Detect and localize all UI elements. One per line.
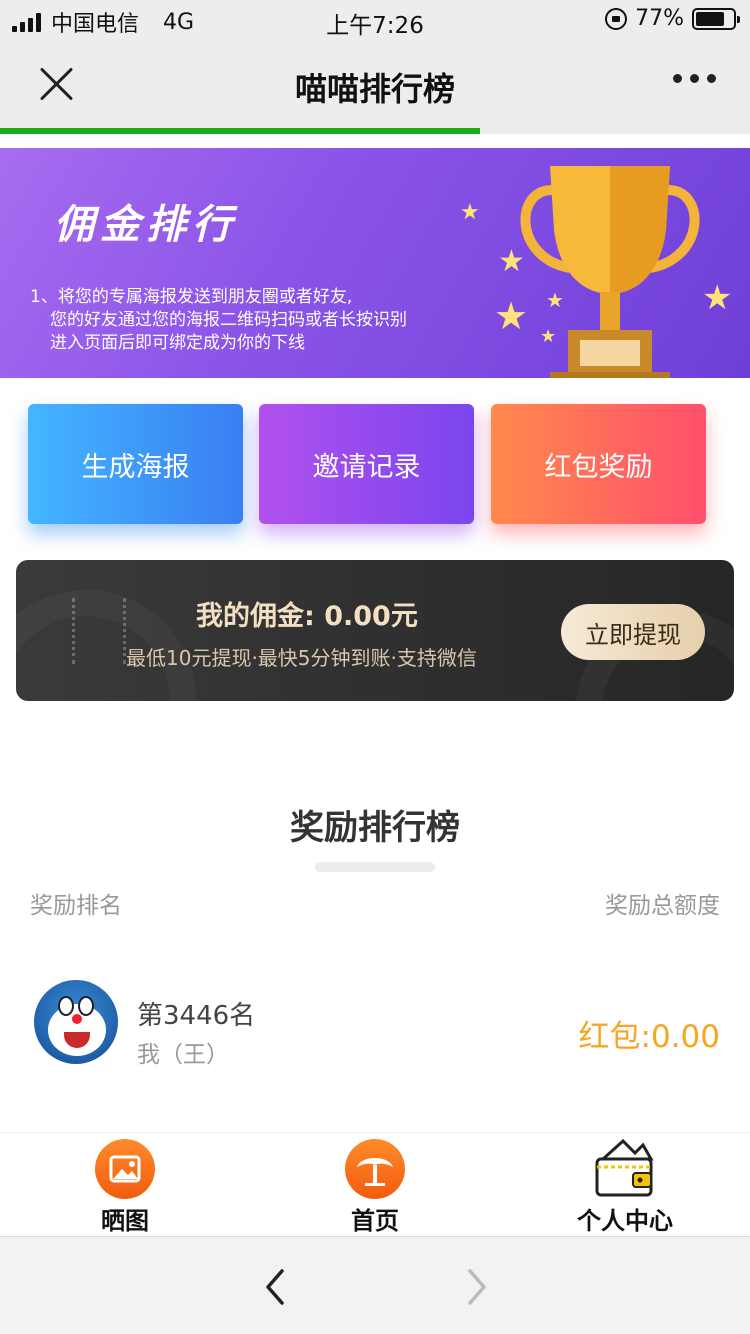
- home-tree-icon: [345, 1139, 405, 1199]
- page-title: 喵喵排行榜: [294, 70, 455, 108]
- more-icon[interactable]: [673, 74, 716, 83]
- image-icon: [95, 1139, 155, 1199]
- wallet-icon: [595, 1138, 654, 1197]
- ranking-row: 第3446名 我（王） 红包:0.00: [0, 975, 750, 1075]
- rank-number: 第3446名: [137, 1001, 256, 1031]
- banner-desc-line: 您的好友通过您的海报二维码扫码或者长按识别: [50, 310, 407, 330]
- browser-toolbar: [0, 1236, 750, 1334]
- banner-description: 1、将您的专属海报发送到朋友圈或者好友, 您的好友通过您的海报二维码扫码或者长按…: [30, 286, 407, 355]
- banner-desc-line: 1、将您的专属海报发送到朋友圈或者好友,: [30, 287, 353, 307]
- action-row: 生成海报 邀请记录 红包奖励: [28, 404, 708, 524]
- tab-show-photo[interactable]: 晒图: [45, 1137, 205, 1235]
- trophy-icon: [520, 166, 700, 378]
- banner-desc-line: 进入页面后即可绑定成为你的下线: [50, 333, 305, 353]
- commission-logo: [72, 598, 126, 664]
- tab-home[interactable]: 首页: [295, 1137, 455, 1235]
- battery-icon: [692, 7, 740, 30]
- tab-profile[interactable]: 个人中心: [545, 1137, 705, 1235]
- commission-card: 我的佣金: 0.00元 最低10元提现·最快5分钟到账·支持微信 立即提现: [16, 560, 734, 701]
- status-bar: 中国电信 4G 上午7:26 77%: [0, 0, 750, 40]
- invite-records-button[interactable]: 邀请记录: [259, 404, 474, 524]
- redpack-reward-button[interactable]: 红包奖励: [491, 404, 706, 524]
- tab-label: 首页: [351, 1207, 399, 1235]
- tab-label: 晒图: [101, 1207, 149, 1235]
- ranking-column-amount: 奖励总额度: [605, 893, 720, 919]
- page-load-progress: [0, 128, 750, 134]
- battery-percent: 77%: [635, 6, 684, 31]
- ranking-heading-underline: [315, 862, 435, 872]
- rank-user-name: 我（王）: [137, 1042, 229, 1068]
- status-right: 77%: [605, 6, 740, 31]
- ranking-heading: 奖励排行榜: [290, 808, 460, 848]
- banner-title: 佣金排行: [54, 202, 238, 248]
- tab-label: 个人中心: [577, 1207, 673, 1235]
- nav-bar: 喵喵排行榜: [0, 40, 750, 128]
- ranking-column-rank: 奖励排名: [30, 893, 122, 919]
- tab-bar: 晒图 首页 个人中心: [0, 1132, 750, 1236]
- commission-amount: 我的佣金: 0.00元: [196, 601, 418, 632]
- chevron-right-icon[interactable]: [456, 1267, 496, 1307]
- rank-amount: 红包:0.00: [578, 1019, 720, 1055]
- chevron-left-icon[interactable]: [256, 1267, 296, 1307]
- page-load-progress-fill: [0, 128, 480, 134]
- avatar: [34, 980, 118, 1064]
- star-icon: ★: [460, 200, 480, 225]
- rotation-lock-icon: [605, 7, 628, 30]
- generate-poster-button[interactable]: 生成海报: [28, 404, 243, 524]
- commission-subtitle: 最低10元提现·最快5分钟到账·支持微信: [126, 646, 477, 670]
- withdraw-button[interactable]: 立即提现: [561, 604, 705, 660]
- commission-banner: 佣金排行 1、将您的专属海报发送到朋友圈或者好友, 您的好友通过您的海报二维码扫…: [0, 148, 750, 378]
